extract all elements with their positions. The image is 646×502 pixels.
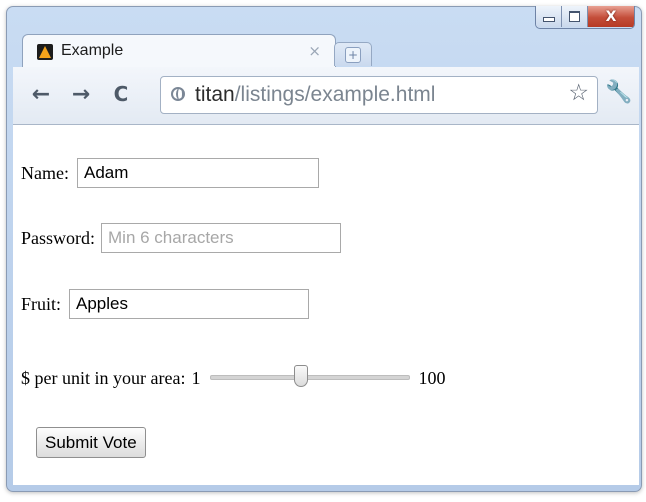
favicon-icon [37, 44, 53, 60]
tab-example[interactable]: Example × [22, 34, 336, 67]
name-label: Name: [21, 162, 69, 183]
address-bar[interactable]: titan/listings/example.html ☆ [160, 76, 598, 114]
window-controls: X [535, 6, 635, 29]
globe-icon [171, 87, 185, 101]
url-text[interactable]: titan/listings/example.html [195, 83, 435, 107]
password-label: Password: [21, 227, 96, 248]
slider-min-label: 1 [191, 367, 201, 388]
slider-thumb[interactable] [294, 365, 309, 387]
wrench-icon[interactable]: 🔧 [605, 80, 632, 108]
url-path: /listings/example.html [234, 83, 436, 106]
password-row: Password: Min 6 characters [21, 223, 342, 253]
arrow-left-icon: ← [31, 81, 51, 107]
maximize-icon [569, 11, 580, 22]
new-tab-button[interactable]: + [334, 42, 372, 66]
fruit-input[interactable]: Apples [69, 289, 310, 319]
browser-toolbar: ← → C titan/listings/example.html ☆ 🔧 [13, 67, 639, 125]
plus-icon: + [345, 46, 361, 63]
close-window-button[interactable]: X [588, 6, 634, 27]
maximize-button[interactable] [562, 6, 588, 27]
submit-vote-button[interactable]: Submit Vote [36, 427, 146, 458]
slider-max-label: 100 [418, 367, 446, 388]
page-content: Name: Adam Password: Min 6 characters Fr… [13, 125, 639, 485]
price-slider[interactable] [210, 363, 411, 393]
back-button[interactable]: ← [27, 79, 55, 109]
tab-title: Example [61, 42, 124, 59]
name-row: Name: Adam [21, 158, 319, 188]
reload-button[interactable]: C [107, 79, 135, 109]
tab-close-icon[interactable]: × [308, 42, 321, 60]
url-host: titan [195, 83, 235, 106]
slider-track [210, 375, 411, 380]
reload-icon: C [113, 82, 129, 106]
forward-button[interactable]: → [67, 79, 95, 109]
price-label: $ per unit in your area: [21, 367, 186, 388]
name-input[interactable]: Adam [76, 158, 319, 188]
bookmark-star-icon[interactable]: ☆ [568, 80, 589, 106]
minimize-icon [542, 17, 555, 22]
fruit-label: Fruit: [21, 293, 62, 314]
password-input[interactable]: Min 6 characters [101, 223, 342, 253]
arrow-right-icon: → [71, 81, 91, 107]
fruit-row: Fruit: Apples [21, 289, 310, 319]
price-row: $ per unit in your area: 1 100 [21, 363, 445, 393]
close-icon: X [605, 8, 617, 25]
minimize-button[interactable] [536, 6, 562, 27]
